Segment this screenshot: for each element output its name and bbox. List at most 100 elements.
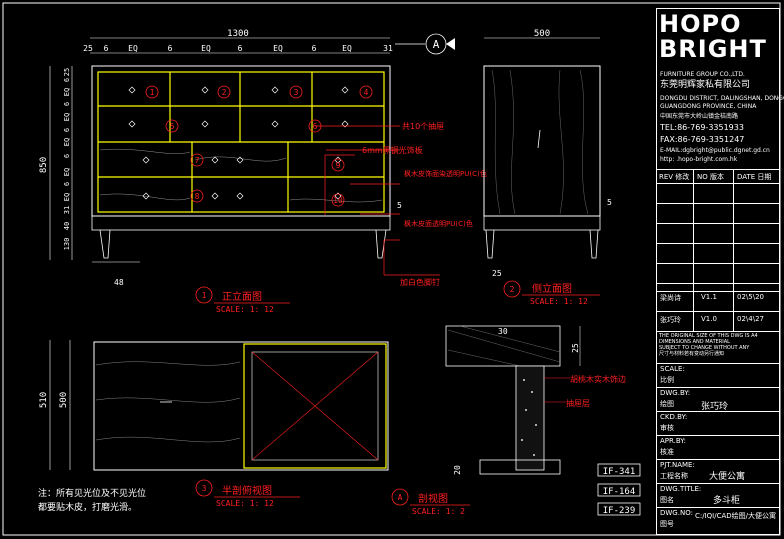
rev-header: REV 修改 <box>659 173 690 181</box>
svg-text:EQ: EQ <box>342 44 352 53</box>
svg-text:EQ: EQ <box>63 138 71 146</box>
drawer-number: 9 <box>336 161 341 170</box>
front-height-bottom-1: 130 <box>63 238 71 251</box>
svg-text:EQ: EQ <box>63 168 71 176</box>
rev-header: NO 版本 <box>697 173 724 181</box>
dwg-no-label: DWG.NO: <box>660 509 693 517</box>
plan-title: 半剖俯视图 <box>222 484 272 497</box>
svg-text:A: A <box>398 493 403 502</box>
drawing-number: C:/IQI/CAD绘图/大便公寓 <box>695 512 777 520</box>
address-cn: 中国东莞市大岭山镇金桔南路 <box>660 113 739 120</box>
drawer-number: 5 <box>170 122 175 131</box>
note-white-nail: 加白色脚钉 <box>400 277 440 287</box>
disclaimer: THE ORIGINAL SIZE OF THIS DWG IS A4 DIME… <box>659 333 758 357</box>
apr-label: APR.BY: <box>660 437 686 445</box>
plan-section: 510 500 注：所有见光位及不见光位 都要贴木皮，打磨光滑。 3 半剖俯视图… <box>38 340 389 513</box>
material-code: IF-239 <box>603 506 636 516</box>
front-scale: SCALE: 1: 12 <box>216 305 274 314</box>
svg-text:6: 6 <box>63 128 71 132</box>
drawer-numbers <box>145 85 373 207</box>
project-name: 大便公寓 <box>709 472 746 482</box>
svg-text:6: 6 <box>63 154 71 158</box>
address-line-1: DONGDU DISTRICT, DALINGSHAN, DONGGUAN <box>660 95 784 102</box>
svg-text:EQ: EQ <box>63 88 71 96</box>
drawer-knobs <box>128 86 349 200</box>
front-top-dims: 25 6 EQ 6 EQ 6 EQ 6 EQ 31 <box>83 44 393 53</box>
website: http: .hopo-bright.com.hk <box>660 156 738 163</box>
drawer-number: 8 <box>195 192 200 201</box>
material-code: IF-164 <box>603 487 636 497</box>
svg-text:25: 25 <box>63 68 71 76</box>
front-left-dims: 25 6 EQ 6 EQ 6 EQ 6 EQ 6 EQ 31 <box>63 68 71 214</box>
revision-version: V1.0 <box>701 315 717 323</box>
fax: FAX:86-769-3351247 <box>660 135 745 144</box>
ckd-label: CKD.BY: <box>660 413 688 421</box>
note-black-steel: 6mm黑钢光饰板 <box>362 145 423 155</box>
rev-header: DATE 日期 <box>737 173 772 181</box>
drawer-number: 2 <box>222 88 227 97</box>
company-cn: 东莞明辉家私有限公司 <box>660 80 751 90</box>
side-right-dim: 5 <box>607 198 612 207</box>
side-elevation: 500 25 5 2 侧立面图 SCALE: 1: 12 <box>483 29 612 306</box>
front-overall-width: 1300 <box>227 29 249 39</box>
drawer-number: 1 <box>150 88 155 97</box>
section-dim-2: 30 <box>498 327 508 336</box>
material-code: IF-341 <box>603 467 636 477</box>
drawing-title: 多斗柜 <box>713 496 741 506</box>
side-scale: SCALE: 1: 12 <box>530 297 588 306</box>
revision-date: 02\4\27 <box>737 315 764 323</box>
svg-text:EQ: EQ <box>63 193 71 201</box>
company-logo: HOPO BRIGHT <box>659 11 777 71</box>
plan-scale: SCALE: 1: 12 <box>216 499 274 508</box>
front-title: 正立面图 <box>222 290 262 303</box>
section-detail: 25 30 20 胡桃木实木饰边 抽屉层 IF-341 IF-164 IF-23… <box>391 325 641 516</box>
revision-date: 02\5\20 <box>737 293 764 301</box>
svg-text:6: 6 <box>312 44 317 53</box>
logo-text-bottom: BRIGHT <box>659 35 767 63</box>
drawer-number: 4 <box>364 88 369 97</box>
email: E-MAIL:dgbright@public.dgnet.gd.cn <box>660 147 770 154</box>
svg-text:1: 1 <box>202 291 207 300</box>
svg-text:6: 6 <box>63 182 71 186</box>
svg-text:EQ: EQ <box>63 113 71 121</box>
front-height-bottom-2: 40 <box>63 222 71 230</box>
svg-text:2: 2 <box>510 285 515 294</box>
svg-text:6: 6 <box>63 78 71 82</box>
svg-text:31: 31 <box>383 44 393 53</box>
svg-text:6: 6 <box>104 44 109 53</box>
svg-text:3: 3 <box>202 484 207 493</box>
section-note-drawer: 抽屉层 <box>566 398 590 408</box>
section-dim-3: 20 <box>453 465 462 475</box>
title-block: HOPO BRIGHT FURNITURE GROUP CO.,LTD. 东莞明… <box>656 8 784 535</box>
dwg-title-label: DWG.TITLE: <box>660 485 702 493</box>
note-maple-pu: 枫木皮饰面染透明PU(C)色 <box>404 169 487 178</box>
project-label: PJT.NAME: <box>660 461 695 469</box>
plan-note-2: 都要贴木皮，打磨光滑。 <box>38 501 137 513</box>
svg-text:EQ: EQ <box>273 44 283 53</box>
svg-text:25: 25 <box>83 44 93 53</box>
plan-note-1: 注：所有见光位及不见光位 <box>38 487 146 499</box>
side-leg-dim: 25 <box>492 269 502 278</box>
svg-text:31: 31 <box>63 206 71 214</box>
front-elevation: 1300 25 6 EQ 6 EQ 6 EQ 6 EQ 31 A 850 25 … <box>39 29 487 314</box>
svg-text:6: 6 <box>63 102 71 106</box>
drawer-number: 3 <box>294 88 299 97</box>
section-title: 剖视图 <box>418 492 448 505</box>
revision-by: 张巧玲 <box>660 316 681 324</box>
drawer-number: 6 <box>313 122 318 131</box>
section-mark: A <box>433 38 440 51</box>
address-line-2: GUANGDONG PROVINCE, CHINA <box>660 103 757 110</box>
svg-text:6: 6 <box>238 44 243 53</box>
telephone: TEL:86-769-3351933 <box>660 123 744 132</box>
revision-version: V1.1 <box>701 293 717 301</box>
company-en: FURNITURE GROUP CO.,LTD. <box>660 71 745 78</box>
svg-text:EQ: EQ <box>128 44 138 53</box>
note-drawer-count: 共10个抽屉 <box>402 121 444 131</box>
side-width: 500 <box>534 29 550 39</box>
section-scale: SCALE: 1: 2 <box>412 507 465 516</box>
svg-text:EQ: EQ <box>201 44 211 53</box>
drawer-number: 10 <box>333 196 343 205</box>
dwg-by-label: DWG.BY: <box>660 389 691 397</box>
front-height: 850 <box>39 157 49 173</box>
plan-dim-2: 500 <box>59 392 69 408</box>
